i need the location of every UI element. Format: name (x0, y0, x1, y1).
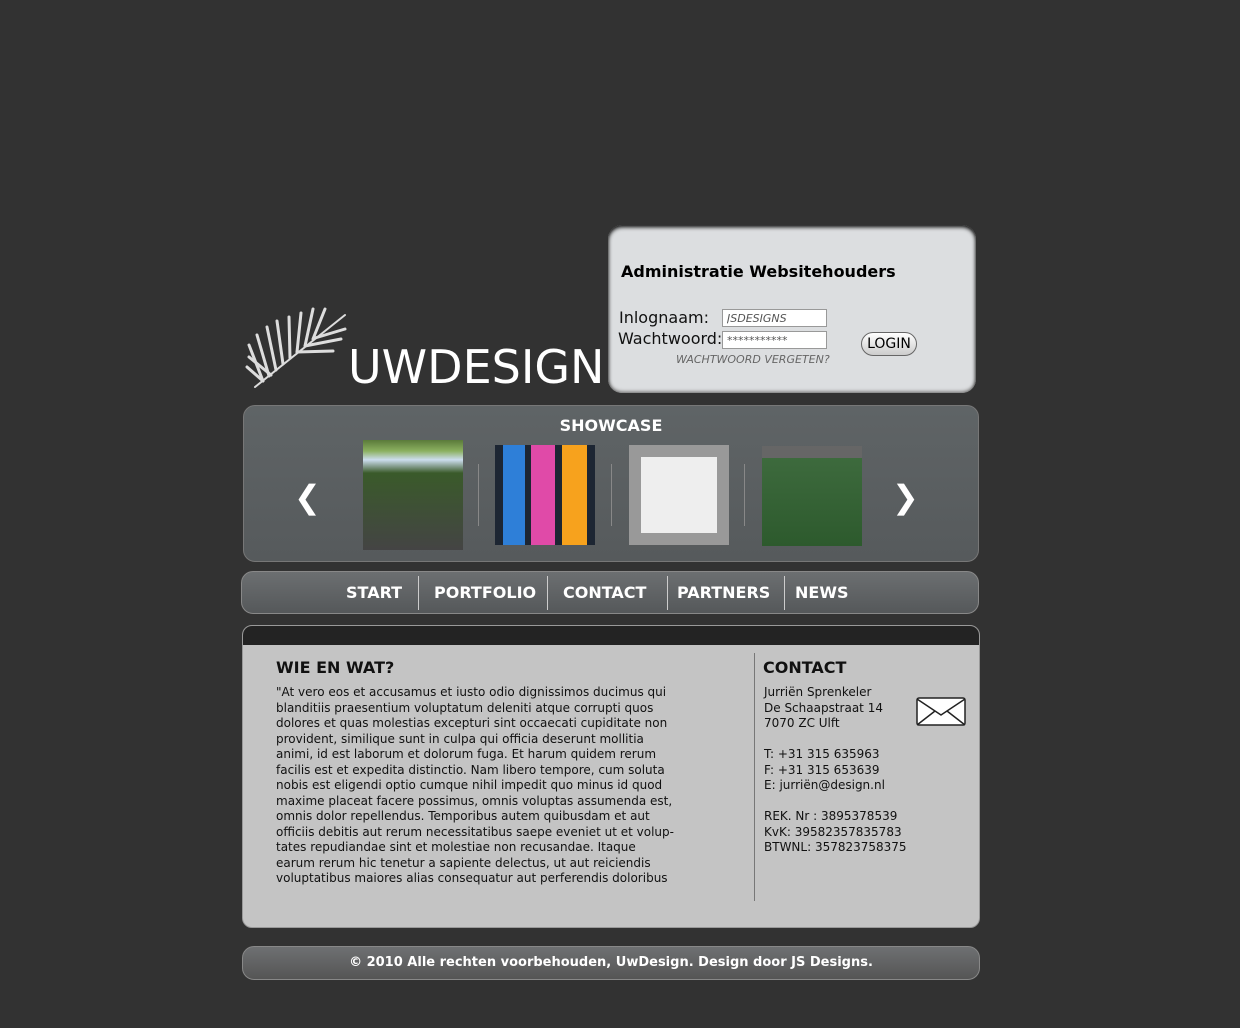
divider (478, 464, 479, 526)
about-text-line: tates repudiandae sint et molestiae non … (276, 840, 636, 854)
divider (667, 576, 668, 610)
contact-title: CONTACT (763, 658, 847, 677)
arrow-left-icon[interactable]: ❮ (294, 478, 321, 516)
about-text-line: officiis debitis aut rerum necessitatibu… (276, 824, 674, 839)
divider (744, 464, 745, 526)
contact-email[interactable]: E: jurriën@design.nl (764, 778, 907, 794)
login-button[interactable]: LOGIN (861, 332, 917, 356)
about-text-line: blanditiis praesentium voluptatum deleni… (276, 700, 654, 715)
nav-news[interactable]: NEWS (795, 583, 849, 602)
password-input[interactable] (722, 331, 827, 349)
username-input[interactable] (722, 309, 827, 327)
password-label: Wachtwoord: (618, 329, 723, 348)
palm-leaf-icon (245, 307, 347, 388)
divider (611, 464, 612, 526)
about-text-line: omnis dolor repellendus. Temporibus aute… (276, 809, 650, 823)
content-panel: WIE EN WAT? "At vero eos et accusamus et… (242, 625, 980, 928)
showcase-thumb-1[interactable] (363, 440, 463, 550)
contact-details: Jurriën Sprenkeler De Schaapstraat 14 70… (764, 685, 907, 856)
content-header-bar (243, 626, 979, 645)
nav-partners[interactable]: PARTNERS (677, 583, 770, 602)
divider (784, 576, 785, 610)
about-text-line: earum rerum hic tenetur a sapiente delec… (276, 855, 651, 870)
username-label: Inlognaam: (619, 308, 709, 327)
showcase-thumb-3[interactable] (629, 445, 729, 545)
about-text-line: animi, id est laborum et dolorum fuga. E… (276, 747, 657, 761)
showcase-thumb-4[interactable] (762, 446, 862, 546)
showcase-panel: SHOWCASE ❮ ❯ (243, 405, 979, 562)
contact-street: De Schaapstraat 14 (764, 700, 883, 715)
about-text-line: facilis est et expedita distinctio. Nam … (276, 762, 665, 777)
about-text: "At vero eos et accusamus et iusto odio … (276, 685, 674, 887)
contact-name: Jurriën Sprenkeler (764, 685, 872, 699)
footer: © 2010 Alle rechten voorbehouden, UwDesi… (242, 946, 980, 980)
about-text-line: dolores et quas molestias excepturi sint… (276, 716, 668, 730)
contact-phone: T: +31 315 635963 (764, 747, 880, 761)
main-nav: START PORTFOLIO CONTACT PARTNERS NEWS (241, 571, 979, 614)
contact-kvk: KvK: 39582357835783 (764, 824, 902, 839)
about-title: WIE EN WAT? (276, 658, 395, 677)
arrow-right-icon[interactable]: ❯ (892, 478, 919, 516)
forgot-password-link[interactable]: WACHTWOORD VERGETEN? (676, 353, 830, 366)
about-text-line: maxime placeat facere possimus, omnis vo… (276, 793, 673, 808)
about-text-line: provident, similique sunt in culpa qui o… (276, 731, 644, 746)
contact-city: 7070 ZC Ulft (764, 716, 840, 730)
about-text-line: nobis est eligendi optio cumque nihil im… (276, 778, 663, 792)
about-text-line: voluptatibus maiores alias consequatur a… (276, 871, 668, 885)
nav-contact[interactable]: CONTACT (563, 583, 646, 602)
login-panel: Administratie Websitehouders Inlognaam: … (608, 225, 976, 393)
logo-text[interactable]: UWDESIGN (348, 340, 604, 394)
envelope-icon[interactable] (916, 697, 966, 726)
contact-btw: BTWNL: 357823758375 (764, 840, 907, 854)
nav-start[interactable]: START (346, 583, 402, 602)
divider (418, 576, 419, 610)
column-divider (754, 653, 755, 901)
divider (547, 576, 548, 610)
about-text-line: "At vero eos et accusamus et iusto odio … (276, 685, 667, 699)
nav-portfolio[interactable]: PORTFOLIO (434, 583, 536, 602)
contact-fax: F: +31 315 653639 (764, 762, 880, 777)
showcase-thumb-2[interactable] (495, 445, 595, 545)
showcase-title: SHOWCASE (559, 416, 663, 435)
login-title: Administratie Websitehouders (621, 262, 896, 281)
contact-rek: REK. Nr : 3895378539 (764, 809, 898, 823)
